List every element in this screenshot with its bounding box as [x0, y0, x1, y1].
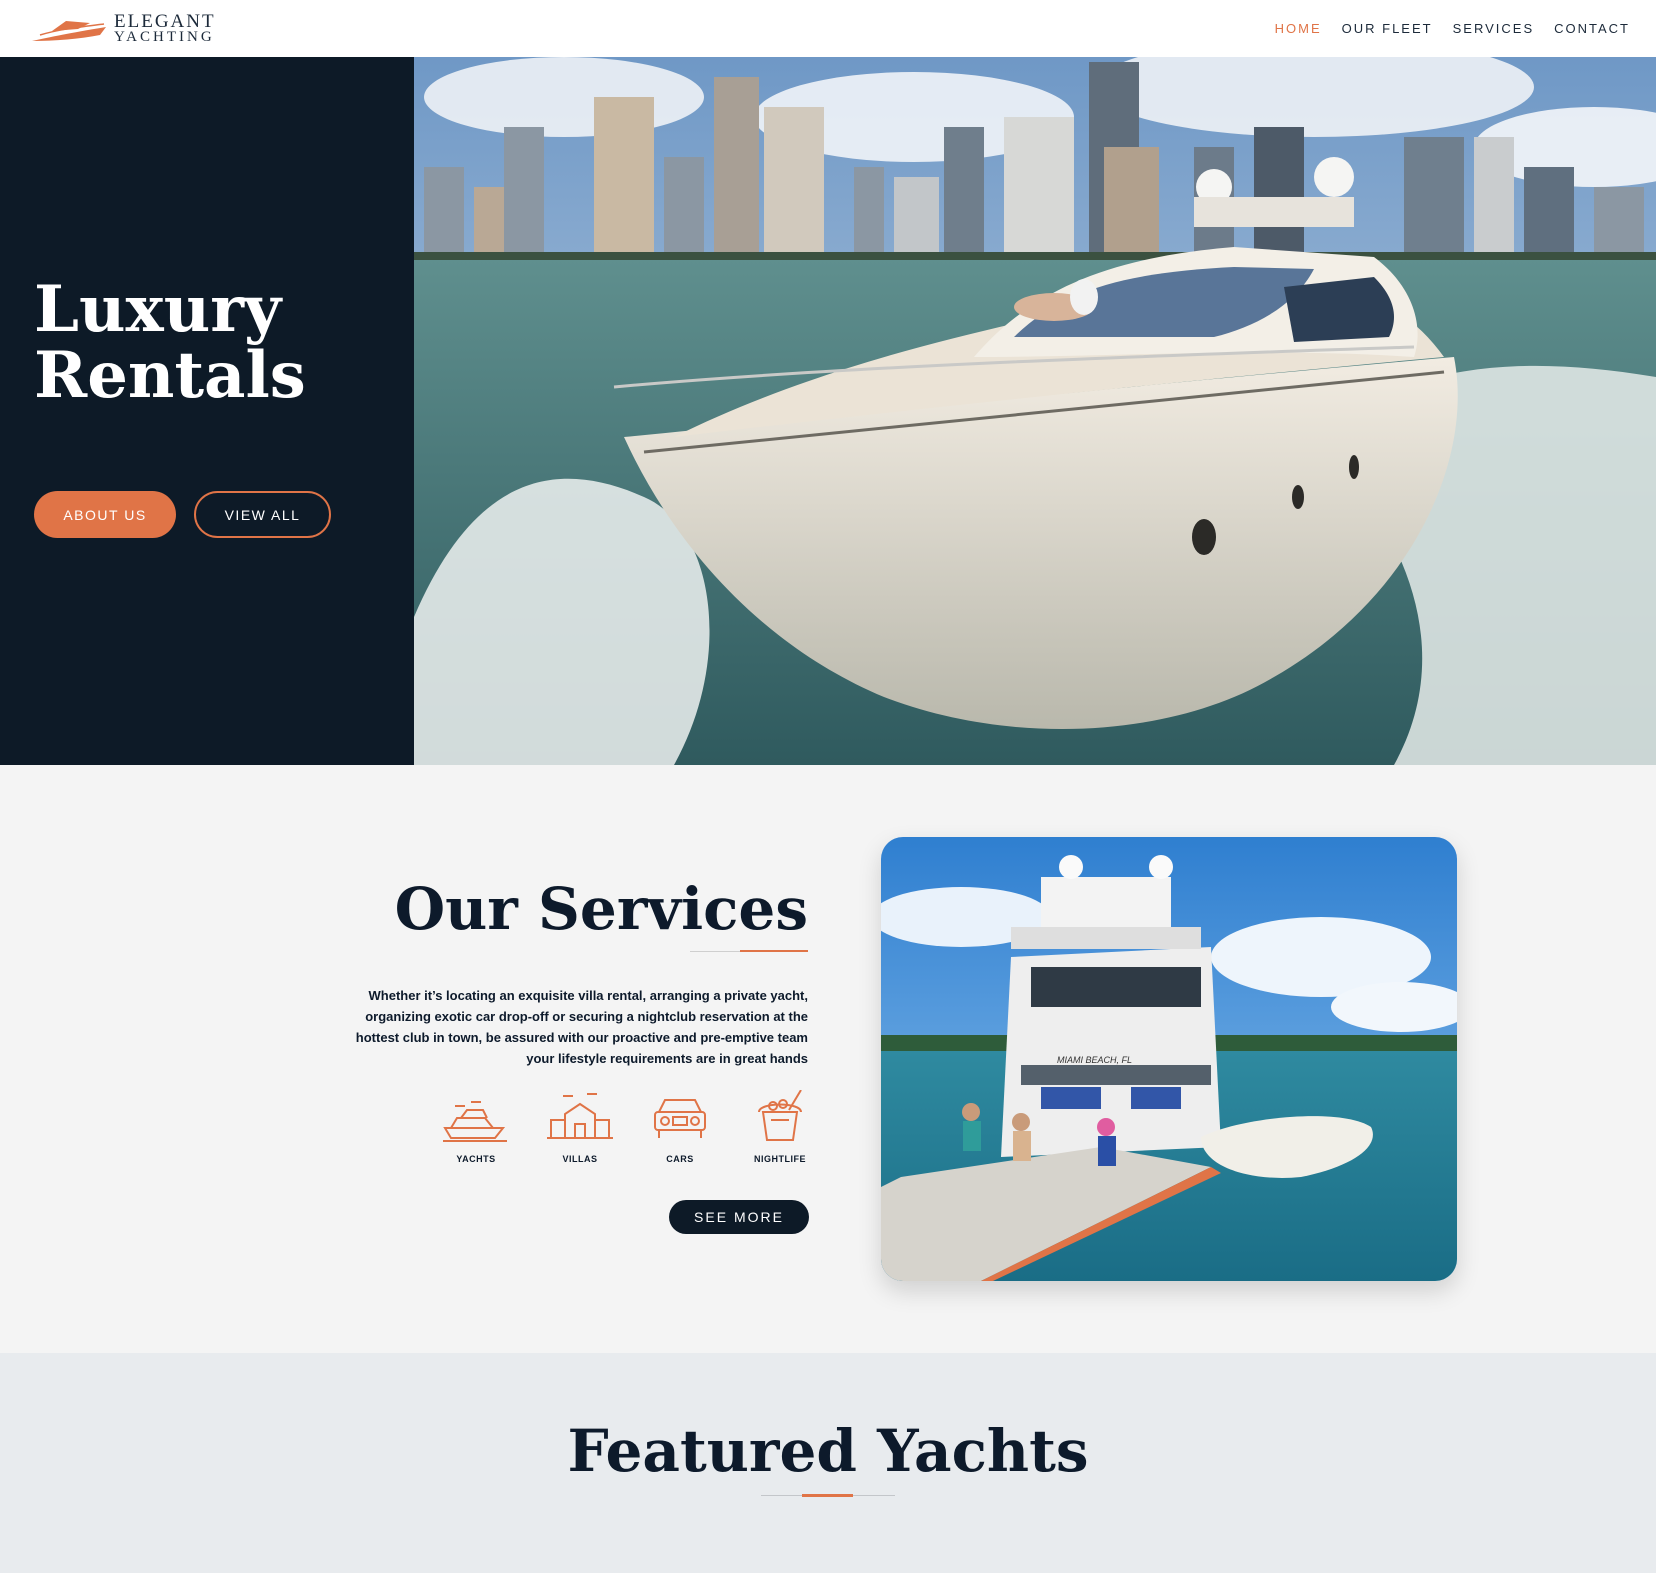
services-yacht-image: MIAMI BEACH, FL — [881, 837, 1457, 1281]
services-divider — [690, 950, 808, 953]
service-cars-label: CARS — [666, 1154, 694, 1164]
featured-divider — [761, 1494, 895, 1498]
service-yachts[interactable]: YACHTS — [436, 1090, 516, 1164]
yacht-icon — [443, 1101, 507, 1142]
service-villas[interactable]: VILLAS — [540, 1090, 620, 1164]
view-all-button[interactable]: VIEW ALL — [194, 491, 331, 538]
service-nightlife-label: NIGHTLIFE — [754, 1154, 806, 1164]
hero-yacht-image — [414, 57, 1656, 765]
featured-title: Featured Yachts — [567, 1417, 1089, 1485]
service-nightlife[interactable]: NIGHTLIFE — [740, 1090, 820, 1164]
featured-yachts-section: Featured Yachts — [0, 1353, 1656, 1573]
nav-home[interactable]: HOME — [1275, 21, 1322, 36]
about-us-button[interactable]: ABOUT US — [34, 491, 176, 538]
nav-contact[interactable]: CONTACT — [1554, 21, 1630, 36]
service-villas-label: VILLAS — [562, 1154, 598, 1164]
logo[interactable]: ELEGANT YACHTING — [30, 12, 216, 45]
service-icons: YACHTS VILLAS CARS NIGHTLIFE — [436, 1090, 810, 1186]
service-yachts-label: YACHTS — [456, 1154, 496, 1164]
hero-title: Luxury Rentals — [34, 272, 306, 413]
services-title: Our Services — [394, 875, 808, 943]
main-nav: HOME OUR FLEET SERVICES CONTACT — [1275, 21, 1630, 36]
services-section: Our Services Whether it’s locating an ex… — [0, 765, 1656, 1353]
yacht-logo-icon — [32, 20, 106, 41]
villa-icon — [547, 1093, 613, 1139]
site-header: ELEGANT YACHTING HOME OUR FLEET SERVICES… — [0, 0, 1656, 57]
logo-line2: YACHTING — [114, 29, 215, 45]
hero-section: Luxury Rentals ABOUT US VIEW ALL — [0, 57, 1656, 765]
nav-our-fleet[interactable]: OUR FLEET — [1342, 21, 1433, 36]
champagne-bucket-icon — [758, 1090, 802, 1141]
hero-panel: Luxury Rentals ABOUT US VIEW ALL — [0, 57, 414, 765]
see-more-button[interactable]: SEE MORE — [669, 1200, 809, 1234]
boat-name-text: MIAMI BEACH, FL — [1057, 1055, 1132, 1065]
nav-services[interactable]: SERVICES — [1453, 21, 1535, 36]
car-icon — [654, 1099, 706, 1138]
services-description: Whether it’s locating an exquisite villa… — [355, 988, 808, 1066]
service-cars[interactable]: CARS — [640, 1090, 720, 1164]
